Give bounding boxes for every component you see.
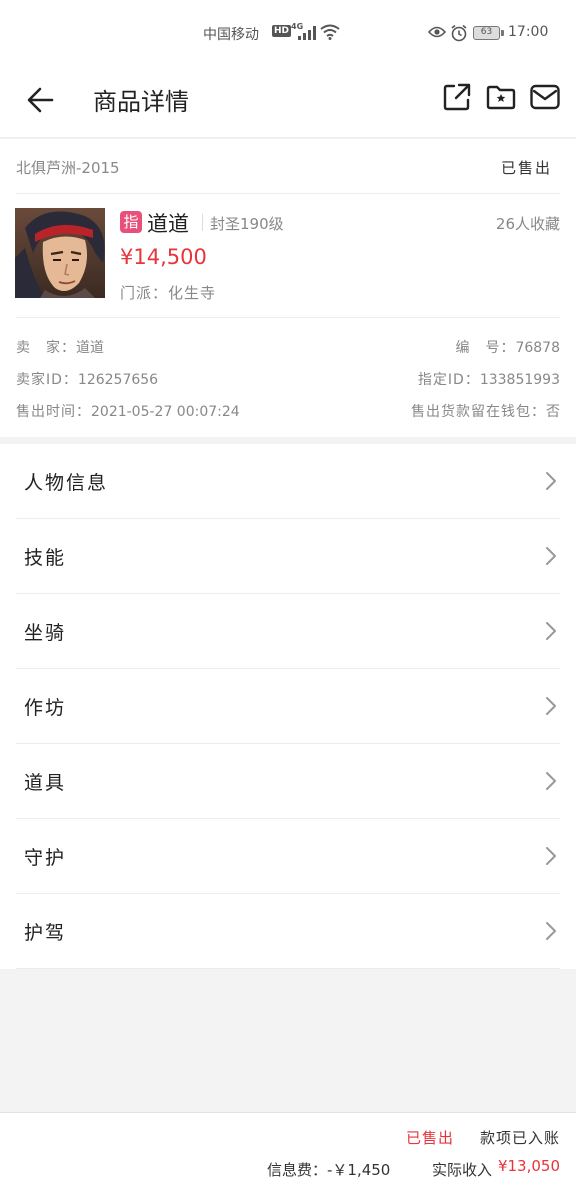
chevron-right-icon	[546, 697, 556, 715]
menu-item-label: 护驾	[24, 922, 67, 944]
info-row-ids: 卖家ID：126257656 指定ID：133851993	[16, 369, 560, 393]
chevron-right-icon	[546, 547, 556, 565]
character-avatar[interactable]	[15, 208, 105, 298]
info-row-seller: 卖 家：道道 编 号：76878	[16, 337, 560, 361]
sale-time-value: 2021-05-27 00:07:24	[91, 404, 240, 420]
menu-item-workshop[interactable]: 作坊	[16, 669, 560, 744]
seller-id-label: 卖家ID：	[16, 372, 78, 388]
divider	[202, 214, 203, 231]
menu-item-skills[interactable]: 技能	[16, 519, 560, 594]
seller-info: 卖 家：道道 编 号：76878 卖家ID：126257656 指定ID：133…	[16, 317, 560, 437]
menu-item-label: 道具	[24, 772, 67, 794]
product-name: 道道	[147, 212, 189, 236]
seller-label: 卖 家：	[16, 340, 76, 356]
product-price: ¥14,500	[120, 245, 207, 269]
menu-item-label: 守护	[24, 847, 67, 869]
favorites-count: 26人收藏	[495, 215, 560, 233]
favorite-folder-icon[interactable]	[484, 80, 518, 114]
back-arrow-icon[interactable]	[22, 80, 62, 120]
product-card: 北俱芦洲-2015 已售出 指 道道 封圣190级 26人收藏 ¥14,500 …	[0, 139, 576, 437]
eye-icon	[428, 26, 446, 38]
wallet-value: 否	[546, 404, 560, 420]
clock: 17:00	[508, 24, 549, 40]
menu-item-label: 坐骑	[24, 622, 67, 644]
footer-income-value: ¥13,050	[497, 1157, 560, 1175]
chevron-right-icon	[546, 622, 556, 640]
server-row: 北俱芦洲-2015 已售出	[16, 139, 560, 194]
seller-value: 道道	[76, 340, 104, 356]
message-icon[interactable]	[528, 80, 562, 114]
app-header: 商品详情	[0, 66, 576, 138]
chevron-right-icon	[546, 472, 556, 490]
status-bar: 中国移动 HD 4G 63 17:00	[0, 0, 576, 66]
wallet-label: 售出货款留在钱包：	[411, 404, 546, 420]
menu-item-items[interactable]: 道具	[16, 744, 560, 819]
hd-icon: HD	[272, 25, 292, 37]
footer-income-label: 实际收入	[432, 1161, 493, 1179]
menu-item-label: 作坊	[24, 697, 67, 719]
signal-icon	[298, 26, 316, 40]
chevron-right-icon	[546, 922, 556, 940]
server-name: 北俱芦洲-2015	[16, 159, 120, 177]
product-school: 门派：化生寺	[120, 284, 217, 302]
battery-icon: 63	[473, 26, 504, 40]
menu-item-guardians[interactable]: 守护	[16, 819, 560, 894]
number-value: 76878	[515, 340, 560, 356]
sold-status: 已售出	[500, 159, 552, 177]
menu-item-label: 技能	[24, 547, 67, 569]
sale-time-label: 售出时间：	[16, 404, 91, 420]
footer-sold-status: 已售出	[405, 1129, 454, 1147]
footer-fee: 信息费：-￥1,450	[267, 1161, 391, 1179]
carrier-label: 中国移动	[203, 27, 259, 43]
footer-bar: 已售出 款项已入账 信息费：-￥1,450 实际收入 ¥13,050	[0, 1112, 576, 1188]
designated-id-label: 指定ID：	[417, 372, 480, 388]
wifi-icon	[320, 24, 340, 40]
menu-item-character-info[interactable]: 人物信息	[16, 444, 560, 519]
page-title: 商品详情	[93, 88, 189, 116]
info-row-time: 售出时间：2021-05-27 00:07:24 售出货款留在钱包：否	[16, 401, 560, 425]
number-label: 编 号：	[455, 340, 516, 356]
seller-id-value: 126257656	[77, 372, 159, 388]
designated-id-value: 133851993	[479, 372, 560, 388]
menu-item-label: 人物信息	[24, 472, 109, 494]
alarm-icon	[451, 24, 467, 42]
menu-item-escorts[interactable]: 护驾	[16, 894, 560, 969]
detail-menu: 人物信息 技能 坐骑 作坊 道具 守护 护驾	[0, 444, 576, 969]
chevron-right-icon	[546, 772, 556, 790]
share-icon[interactable]	[440, 80, 474, 114]
product-level: 封圣190级	[210, 215, 284, 233]
chevron-right-icon	[546, 847, 556, 865]
footer-payment-status: 款项已入账	[479, 1129, 560, 1147]
designated-badge: 指	[120, 211, 142, 233]
menu-item-mounts[interactable]: 坐骑	[16, 594, 560, 669]
